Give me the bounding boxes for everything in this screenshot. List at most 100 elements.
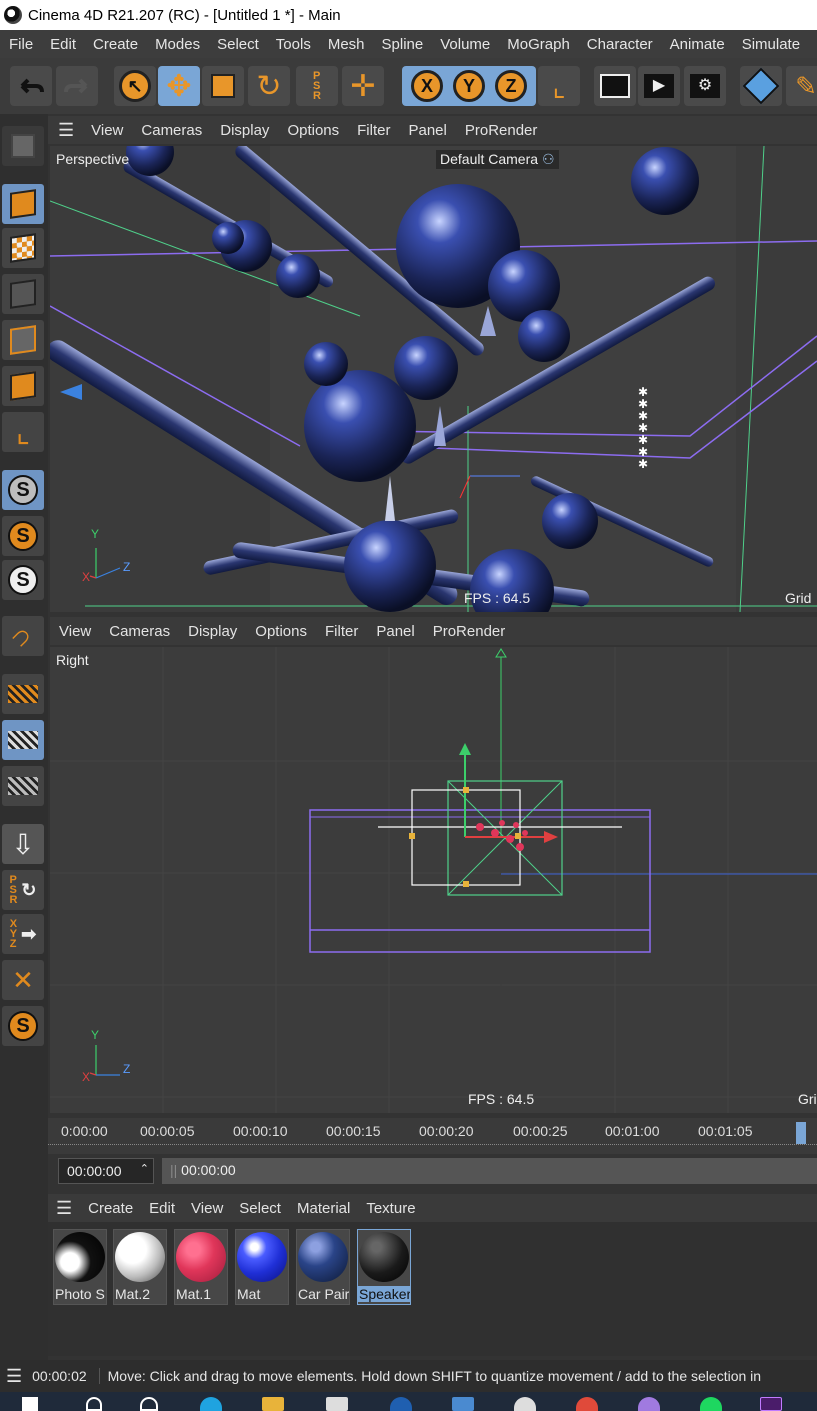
drop-to-floor-button[interactable]: ⇩ [2,824,44,864]
axis-mode-button[interactable]: ⌞ [2,412,44,452]
menu-volume[interactable]: Volume [431,36,498,53]
coordinate-system-button[interactable]: ⌞ [538,66,580,106]
menu-edit[interactable]: Edit [41,36,84,53]
material-item[interactable]: Car Pair [296,1229,350,1305]
scale-tool-button[interactable] [202,66,244,106]
mat-menu-edit[interactable]: Edit [141,1200,183,1217]
premiere-icon[interactable] [760,1397,782,1411]
vp2-menu-panel[interactable]: Panel [367,623,423,640]
x-axis-button[interactable]: X [411,70,443,102]
menu-tools[interactable]: Tools [267,36,319,53]
app-icon[interactable] [514,1397,536,1411]
move-tool-button[interactable]: ✥ [158,66,200,106]
move-axis-button[interactable]: ✛ [342,66,384,106]
material-item[interactable]: Mat [235,1229,289,1305]
vp1-menu-panel[interactable]: Panel [399,122,455,139]
solo-button[interactable]: S [2,470,44,510]
file-explorer-icon[interactable] [262,1397,284,1411]
lock-workplane-button[interactable] [2,720,44,760]
menu-select[interactable]: Select [208,36,267,53]
time-range-slider[interactable]: || 00:00:00 [162,1158,817,1184]
vp2-menu-display[interactable]: Display [179,623,246,640]
substance-button[interactable]: S [2,1006,44,1046]
xyz-transfer-button[interactable]: X Y Z ➡ [2,914,44,954]
material-item[interactable]: Photo S [53,1229,107,1305]
material-hamburger-icon[interactable]: ☰ [48,1198,80,1219]
app-purple-icon[interactable] [638,1397,660,1411]
right-viewport[interactable]: Right FPS : 64.5 Gri Y Z X [50,647,817,1113]
polygons-mode-button[interactable] [2,366,44,406]
search-icon[interactable] [86,1397,102,1411]
psr-reset-button[interactable]: P S R ↻ [2,870,44,910]
menu-modes[interactable]: Modes [146,36,208,53]
workplane-orient-button[interactable] [2,766,44,806]
vp2-menu-prorender[interactable]: ProRender [424,623,515,640]
menu-animate[interactable]: Animate [661,36,733,53]
vp1-menu-prorender[interactable]: ProRender [456,122,547,139]
texture-mode-button[interactable] [2,228,44,268]
undo-button[interactable] [10,66,52,106]
z-axis-button[interactable]: Z [495,70,527,102]
mat-menu-material[interactable]: Material [289,1200,358,1217]
points-mode-button[interactable] [2,274,44,314]
perspective-viewport[interactable]: ✱ ✱ ✱ ✱ ✱ ✱ ✱ Perspective Default Camera… [50,146,817,612]
store-icon[interactable] [326,1397,348,1411]
cube-object-button[interactable] [740,66,782,106]
mat-menu-texture[interactable]: Texture [358,1200,423,1217]
pen-tool-button[interactable]: ✎ [786,66,817,106]
chrome-icon[interactable] [576,1397,598,1411]
task-view-icon[interactable] [140,1397,158,1411]
menu-mesh[interactable]: Mesh [319,36,373,53]
y-axis-button[interactable]: Y [453,70,485,102]
live-selection-button[interactable]: ↖ [114,66,156,106]
psr-button[interactable]: PSR [296,66,338,106]
rotate-tool-button[interactable]: ↻ [248,66,290,106]
menu-character[interactable]: Character [578,36,661,53]
current-time-field[interactable]: 00:00:00 ⌃ [58,1158,154,1184]
start-icon[interactable] [22,1397,38,1411]
mat-menu-create[interactable]: Create [80,1200,141,1217]
render-settings-button[interactable]: ⚙ [684,66,726,106]
render-view-button[interactable] [594,66,636,106]
mat-menu-select[interactable]: Select [231,1200,289,1217]
calculator-icon[interactable] [452,1397,474,1411]
mat-menu-view[interactable]: View [183,1200,231,1217]
vp2-menu-cameras[interactable]: Cameras [100,623,179,640]
vp2-menu-filter[interactable]: Filter [316,623,367,640]
material-item[interactable]: Mat.2 [113,1229,167,1305]
vp2-menu-view[interactable]: View [50,623,100,640]
model-mode-button[interactable] [2,184,44,224]
mail-icon[interactable] [390,1397,412,1411]
vp2-menu-options[interactable]: Options [246,623,316,640]
material-preview [237,1232,287,1282]
timeline-ruler[interactable]: 0:00:00 00:00:05 00:00:10 00:00:15 00:00… [48,1118,817,1154]
solo-off-button[interactable]: S [2,560,44,600]
center-axis-button[interactable]: ✕ [2,960,44,1000]
viewport-hamburger-icon[interactable]: ☰ [48,120,82,141]
edges-mode-button[interactable] [2,320,44,360]
redo-button[interactable] [56,66,98,106]
menu-create[interactable]: Create [84,36,146,53]
menu-spline[interactable]: Spline [373,36,432,53]
solo-hierarchy-button[interactable]: S [2,516,44,556]
playhead[interactable] [796,1122,806,1144]
material-item[interactable]: Mat.1 [174,1229,228,1305]
menu-mograph[interactable]: MoGraph [498,36,578,53]
material-item-selected[interactable]: Speaker [357,1229,411,1305]
render-to-picture-viewer-button[interactable]: ▶ [638,66,680,106]
menu-simulate[interactable]: Simulate [733,36,808,53]
make-editable-button[interactable] [2,126,44,166]
status-hamburger-icon[interactable]: ☰ [0,1366,32,1387]
camera-label[interactable]: Default Camera ⚇ [436,150,559,169]
vp1-menu-view[interactable]: View [82,122,132,139]
menu-file[interactable]: File [0,36,41,53]
snap-button[interactable]: ∩ [2,616,44,656]
workplane-button[interactable] [2,674,44,714]
spotify-icon[interactable] [700,1397,722,1411]
vp1-menu-display[interactable]: Display [211,122,278,139]
vp1-menu-filter[interactable]: Filter [348,122,399,139]
edge-icon[interactable] [200,1397,222,1411]
vp1-menu-options[interactable]: Options [278,122,348,139]
stepper-icon[interactable]: ⌃ [140,1162,149,1175]
vp1-menu-cameras[interactable]: Cameras [132,122,211,139]
